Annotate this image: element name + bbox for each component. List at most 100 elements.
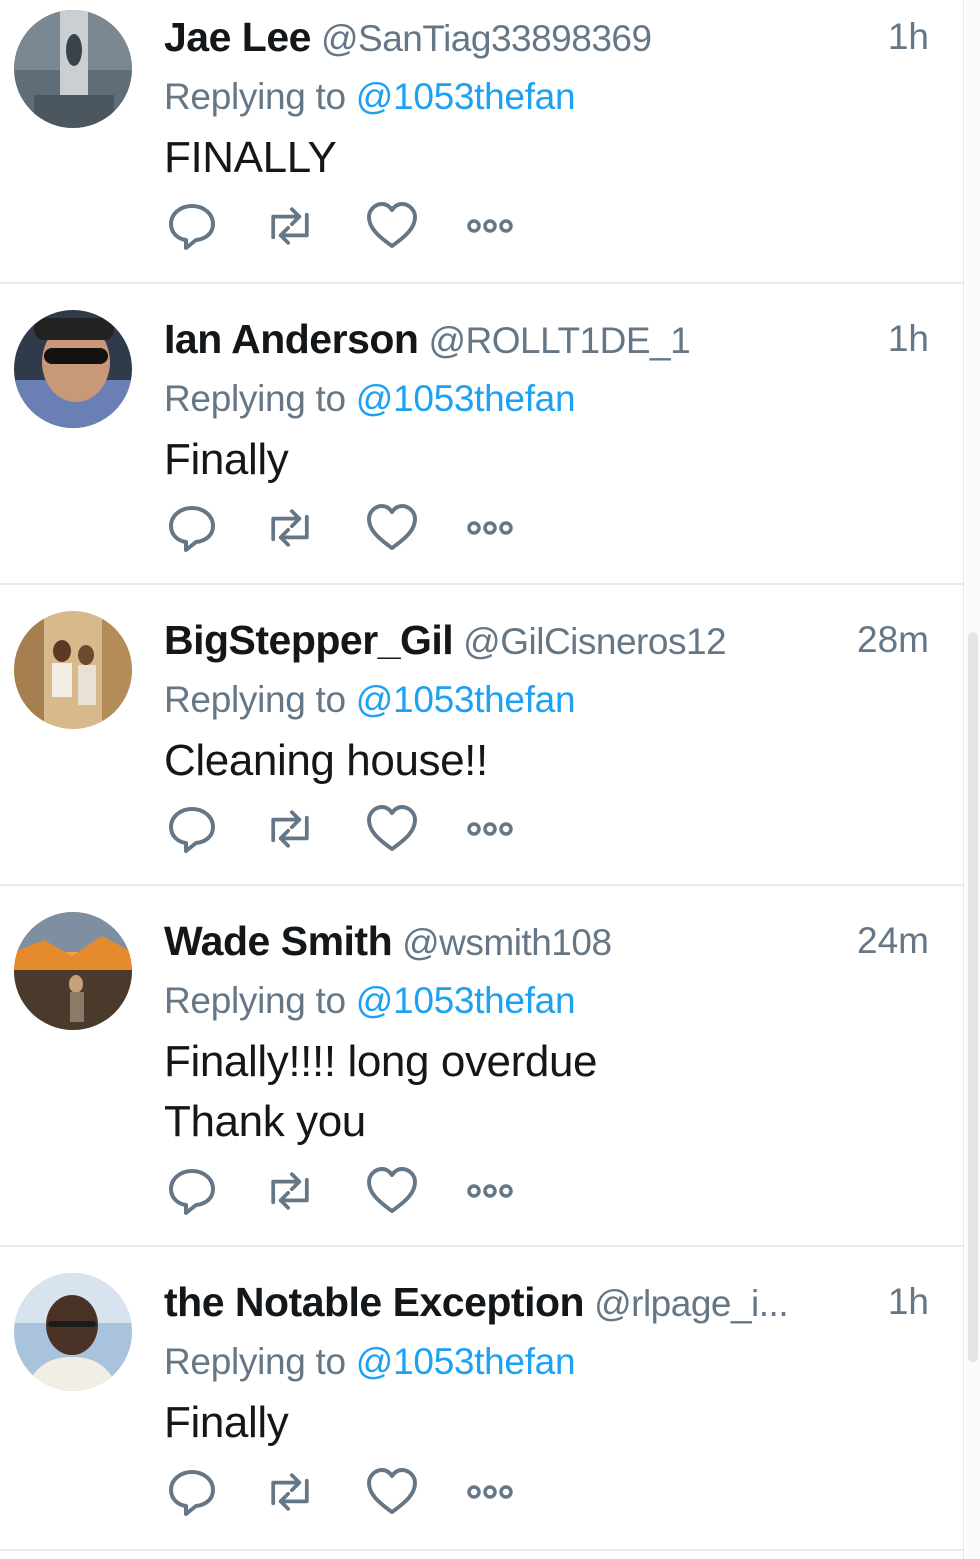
replying-to: Replying to @1053thefan bbox=[164, 76, 576, 118]
reply-button[interactable] bbox=[164, 500, 224, 556]
tweet-text: Cleaning house!! bbox=[164, 736, 488, 785]
like-button[interactable] bbox=[364, 500, 424, 556]
more-button[interactable] bbox=[462, 801, 522, 857]
avatar-image bbox=[14, 310, 132, 428]
reply-button[interactable] bbox=[164, 198, 224, 254]
replying-to: Replying to @1053thefan bbox=[164, 980, 576, 1022]
tweet-text: Finally!!!! long overdue Thank you bbox=[164, 1037, 598, 1146]
tweet-actions bbox=[164, 1163, 524, 1219]
reply-button[interactable] bbox=[164, 1464, 224, 1520]
avatar[interactable] bbox=[14, 611, 132, 729]
user-handle[interactable]: @GilCisneros12 bbox=[463, 621, 726, 662]
retweet-button[interactable] bbox=[262, 801, 322, 857]
avatar[interactable] bbox=[14, 10, 132, 128]
avatar-image bbox=[14, 1273, 132, 1391]
retweet-button[interactable] bbox=[262, 198, 322, 254]
like-button[interactable] bbox=[364, 1464, 424, 1520]
avatar[interactable] bbox=[14, 912, 132, 1030]
display-name[interactable]: Wade Smith bbox=[164, 918, 393, 964]
retweet-icon bbox=[271, 1172, 309, 1210]
tweet-text: Finally bbox=[164, 435, 289, 484]
mention-link[interactable]: @1053thefan bbox=[356, 679, 576, 720]
like-icon bbox=[367, 1468, 417, 1514]
reply-button[interactable] bbox=[164, 801, 224, 857]
like-icon bbox=[367, 202, 417, 248]
replying-prefix: Replying to bbox=[164, 1341, 356, 1382]
tweet-actions bbox=[164, 500, 524, 556]
avatar[interactable] bbox=[14, 1273, 132, 1391]
more-button[interactable] bbox=[462, 1163, 522, 1219]
mention-link[interactable]: @1053thefan bbox=[356, 1341, 576, 1382]
tweet-text: Finally bbox=[164, 1398, 289, 1447]
tweet-item[interactable]: the Notable Exception @rlpage_i... 1h Rep… bbox=[0, 1247, 963, 1551]
replying-prefix: Replying to bbox=[164, 679, 356, 720]
like-button[interactable] bbox=[364, 198, 424, 254]
display-name[interactable]: Ian Anderson bbox=[164, 316, 419, 362]
like-button[interactable] bbox=[364, 1163, 424, 1219]
timestamp[interactable]: 1h bbox=[888, 1281, 929, 1323]
retweet-icon bbox=[271, 1473, 309, 1511]
replying-prefix: Replying to bbox=[164, 980, 356, 1021]
mention-link[interactable]: @1053thefan bbox=[356, 980, 576, 1021]
scrollbar-thumb[interactable] bbox=[968, 632, 978, 1362]
tweet-replies-viewport: Jae Lee @SanTiag33898369 1h Replying to @… bbox=[0, 0, 980, 1559]
retweet-button[interactable] bbox=[262, 1163, 322, 1219]
tweet-header: Ian Anderson @ROLLT1DE_1 1h bbox=[164, 316, 929, 372]
more-icon bbox=[467, 219, 513, 233]
avatar[interactable] bbox=[14, 310, 132, 428]
retweet-icon bbox=[271, 509, 309, 547]
like-icon bbox=[367, 1167, 417, 1213]
reply-button[interactable] bbox=[164, 1163, 224, 1219]
reply-icon bbox=[169, 807, 215, 853]
more-button[interactable] bbox=[462, 500, 522, 556]
retweet-icon bbox=[271, 207, 309, 245]
tweet-header: Wade Smith @wsmith108 24m bbox=[164, 918, 929, 974]
tweet-item[interactable]: Jae Lee @SanTiag33898369 1h Replying to @… bbox=[0, 0, 963, 284]
user-handle[interactable]: @SanTiag33898369 bbox=[321, 18, 652, 59]
user-handle[interactable]: @wsmith108 bbox=[402, 922, 612, 963]
timestamp[interactable]: 1h bbox=[888, 16, 929, 58]
replying-to: Replying to @1053thefan bbox=[164, 378, 576, 420]
tweet-item[interactable]: BigStepper_Gil @GilCisneros12 28m Replyin… bbox=[0, 585, 963, 886]
more-button[interactable] bbox=[462, 1464, 522, 1520]
avatar-image bbox=[14, 912, 132, 1030]
timestamp[interactable]: 28m bbox=[857, 619, 929, 661]
more-icon bbox=[467, 1485, 513, 1499]
replying-prefix: Replying to bbox=[164, 378, 356, 419]
tweet-header: BigStepper_Gil @GilCisneros12 28m bbox=[164, 617, 929, 673]
more-icon bbox=[467, 822, 513, 836]
display-name[interactable]: Jae Lee bbox=[164, 14, 311, 60]
retweet-button[interactable] bbox=[262, 1464, 322, 1520]
more-button[interactable] bbox=[462, 198, 522, 254]
avatar-image bbox=[14, 611, 132, 729]
like-icon bbox=[367, 805, 417, 851]
timestamp[interactable]: 24m bbox=[857, 920, 929, 962]
tweet-item[interactable]: Wade Smith @wsmith108 24m Replying to @10… bbox=[0, 886, 963, 1247]
timestamp[interactable]: 1h bbox=[888, 318, 929, 360]
scrollbar[interactable] bbox=[966, 0, 980, 1559]
replies-feed: Jae Lee @SanTiag33898369 1h Replying to @… bbox=[0, 0, 964, 1559]
user-handle[interactable]: @ROLLT1DE_1 bbox=[428, 320, 690, 361]
more-icon bbox=[467, 1184, 513, 1198]
more-icon bbox=[467, 521, 513, 535]
reply-icon bbox=[169, 204, 215, 250]
replying-to: Replying to @1053thefan bbox=[164, 1341, 576, 1383]
tweet-item[interactable]: Ian Anderson @ROLLT1DE_1 1h Replying to @… bbox=[0, 284, 963, 585]
tweet-actions bbox=[164, 1464, 524, 1520]
tweet-actions bbox=[164, 801, 524, 857]
tweet-header: the Notable Exception @rlpage_i... 1h bbox=[164, 1279, 929, 1335]
mention-link[interactable]: @1053thefan bbox=[356, 378, 576, 419]
retweet-button[interactable] bbox=[262, 500, 322, 556]
mention-link[interactable]: @1053thefan bbox=[356, 76, 576, 117]
display-name[interactable]: the Notable Exception bbox=[164, 1279, 585, 1325]
display-name[interactable]: BigStepper_Gil bbox=[164, 617, 454, 663]
replying-prefix: Replying to bbox=[164, 76, 356, 117]
avatar-image bbox=[14, 10, 132, 128]
like-button[interactable] bbox=[364, 801, 424, 857]
reply-icon bbox=[169, 1169, 215, 1215]
tweet-actions bbox=[164, 198, 524, 254]
retweet-icon bbox=[271, 810, 309, 848]
user-handle[interactable]: @rlpage_i... bbox=[594, 1283, 789, 1324]
replying-to: Replying to @1053thefan bbox=[164, 679, 576, 721]
reply-icon bbox=[169, 1470, 215, 1516]
